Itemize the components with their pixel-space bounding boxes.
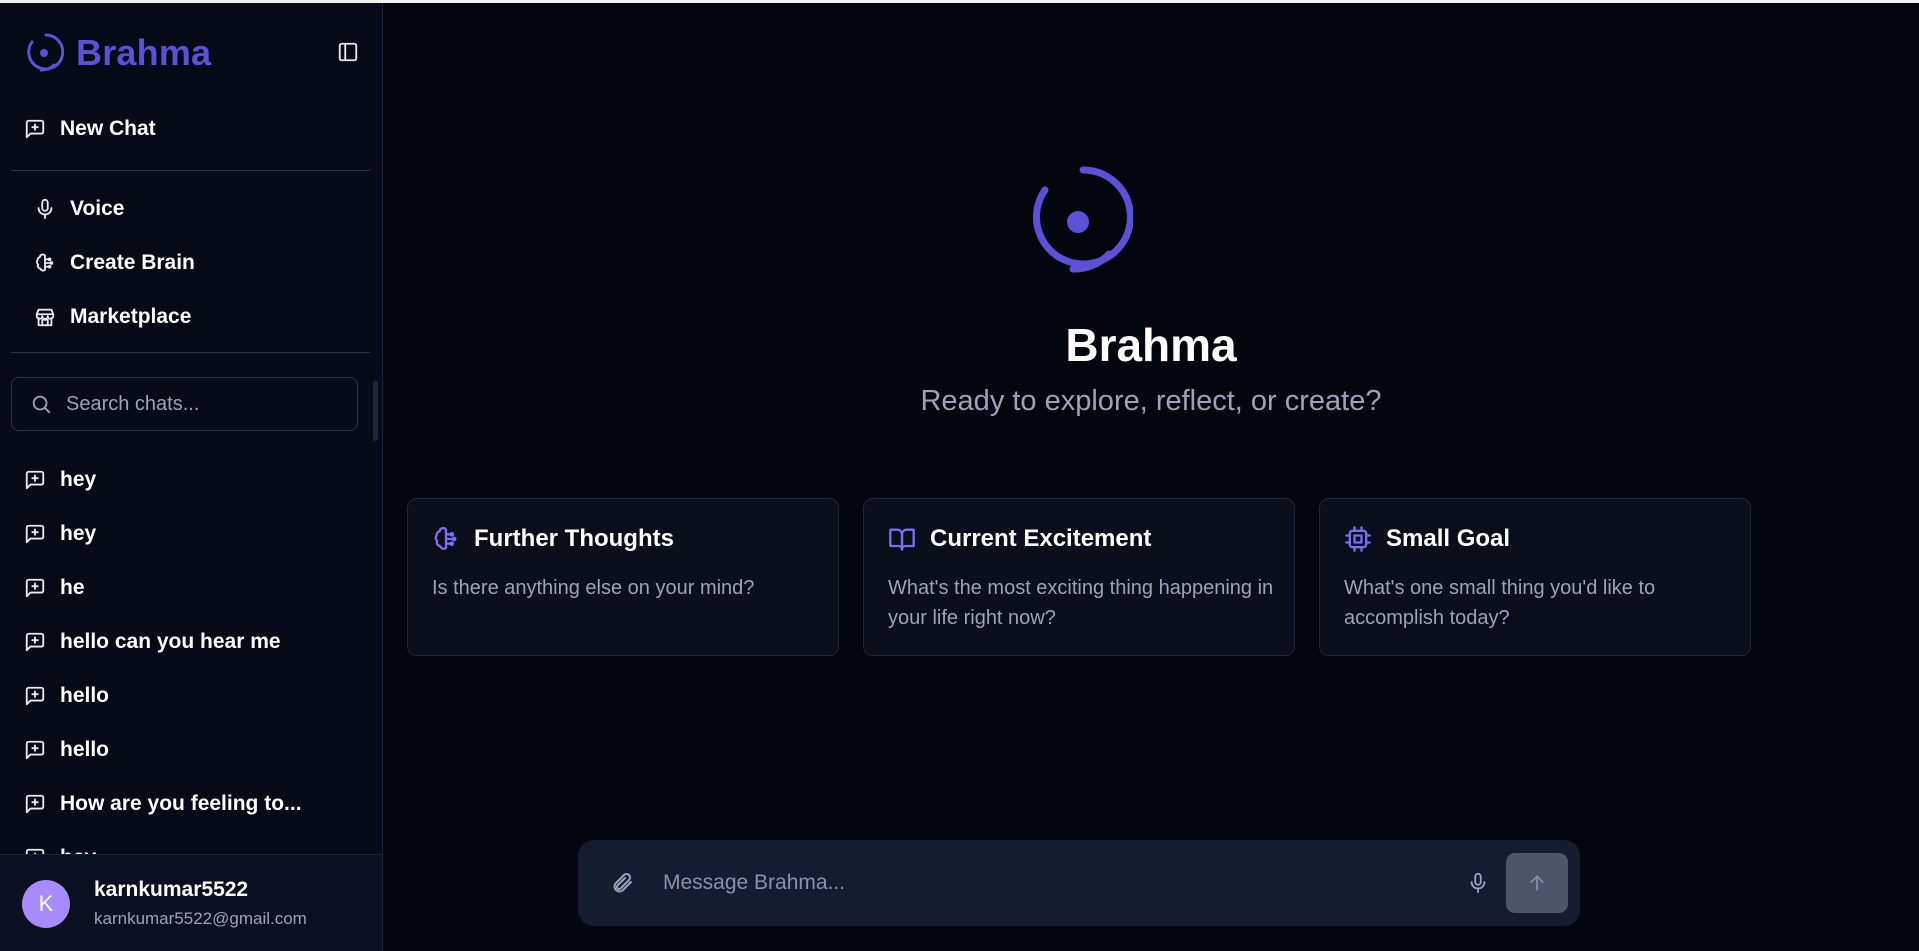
chat-history-item[interactable]: hey xyxy=(24,831,364,855)
chat-history-item[interactable]: hey xyxy=(24,507,364,561)
chat-title: hey xyxy=(60,522,97,545)
user-email: karnkumar5522@gmail.com xyxy=(94,909,307,928)
message-plus-icon xyxy=(25,740,45,760)
attach-button[interactable] xyxy=(608,869,636,897)
chat-title: hello can you hear me xyxy=(60,630,281,653)
brand[interactable]: Brahma xyxy=(24,29,211,77)
new-chat-button[interactable]: New Chat xyxy=(24,113,156,145)
suggestion-card-further-thoughts[interactable]: Further Thoughts Is there anything else … xyxy=(407,498,839,656)
suggestion-card-small-goal[interactable]: Small Goal What's one small thing you'd … xyxy=(1319,498,1751,656)
message-plus-icon xyxy=(25,119,45,139)
card-text: What's the most exciting thing happening… xyxy=(888,577,1274,629)
panel-left-icon xyxy=(338,42,358,62)
chat-title: hello xyxy=(60,684,110,707)
search-input[interactable] xyxy=(66,392,336,416)
store-icon xyxy=(35,308,55,327)
send-button[interactable] xyxy=(1506,853,1568,913)
message-plus-icon xyxy=(25,470,45,490)
chat-history-item[interactable]: hello xyxy=(24,669,364,723)
page-title: Brahma xyxy=(1065,319,1237,371)
message-plus-icon xyxy=(25,524,45,544)
new-chat-label: New Chat xyxy=(60,117,156,140)
arrow-up-icon xyxy=(1530,875,1544,891)
chat-title: How are you feeling to... xyxy=(60,792,302,815)
voice-input-button[interactable] xyxy=(1464,869,1492,897)
main-area: Brahma Ready to explore, reflect, or cre… xyxy=(383,0,1919,951)
sidebar-scrollbar[interactable] xyxy=(373,381,378,441)
brain-icon xyxy=(36,253,54,272)
nav-item-label: Voice xyxy=(70,197,125,220)
paperclip-icon xyxy=(613,872,632,893)
message-plus-icon xyxy=(25,632,45,652)
message-plus-icon xyxy=(25,578,45,598)
card-title: Current Excitement xyxy=(930,525,1152,552)
suggestion-card-current-excitement[interactable]: Current Excitement What's the most excit… xyxy=(863,498,1295,656)
card-header: Small Goal xyxy=(1344,525,1510,553)
card-header: Further Thoughts xyxy=(432,525,674,553)
chat-title: hello xyxy=(60,738,110,761)
chat-history-list: hey hey he hello can you hear me hello h… xyxy=(24,453,364,855)
brahma-logo-icon xyxy=(1032,166,1133,273)
chat-title: hey xyxy=(60,468,97,491)
message-composer xyxy=(578,840,1580,926)
user-name: karnkumar5522 xyxy=(94,878,249,901)
nav-item-label: Create Brain xyxy=(70,251,195,274)
card-header: Current Excitement xyxy=(888,525,1151,553)
sidebar: Brahma New Chat Voice Create Brain Marke… xyxy=(0,3,383,951)
book-open-icon xyxy=(889,528,915,551)
sidebar-toggle-button[interactable] xyxy=(336,40,360,64)
page-subtitle: Ready to explore, reflect, or create? xyxy=(920,385,1382,417)
nav-item-marketplace[interactable]: Marketplace xyxy=(34,301,191,333)
message-plus-icon xyxy=(25,794,45,814)
card-text: What's one small thing you'd like to acc… xyxy=(1344,577,1656,629)
chat-history-item[interactable]: hello xyxy=(24,723,364,777)
brand-title: Brahma xyxy=(76,32,212,73)
mic-icon xyxy=(1470,872,1486,894)
user-profile[interactable]: K karnkumar5522 karnkumar5522@gmail.com xyxy=(0,854,382,951)
cpu-icon xyxy=(1345,526,1371,552)
chat-history-item[interactable]: hello can you hear me xyxy=(24,615,364,669)
message-plus-icon xyxy=(25,686,45,706)
divider xyxy=(11,352,370,353)
search-icon xyxy=(32,395,51,414)
card-title: Small Goal xyxy=(1386,525,1511,552)
chat-history-item[interactable]: How are you feeling to... xyxy=(24,777,364,831)
card-text: Is there anything else on your mind? xyxy=(432,577,755,599)
card-title: Further Thoughts xyxy=(474,525,674,552)
nav-item-voice[interactable]: Voice xyxy=(34,193,124,225)
nav-item-create-brain[interactable]: Create Brain xyxy=(34,247,195,279)
message-input[interactable] xyxy=(663,864,1423,902)
chat-history-item[interactable]: hey xyxy=(24,453,364,507)
brain-icon xyxy=(434,526,457,550)
brahma-logo-icon xyxy=(27,33,64,72)
avatar: K xyxy=(22,880,70,928)
chat-history-item[interactable]: he xyxy=(24,561,364,615)
search-box[interactable] xyxy=(11,377,358,431)
chat-title: he xyxy=(60,576,85,599)
divider xyxy=(11,170,370,171)
nav-item-label: Marketplace xyxy=(70,305,192,328)
mic-icon xyxy=(37,198,53,220)
